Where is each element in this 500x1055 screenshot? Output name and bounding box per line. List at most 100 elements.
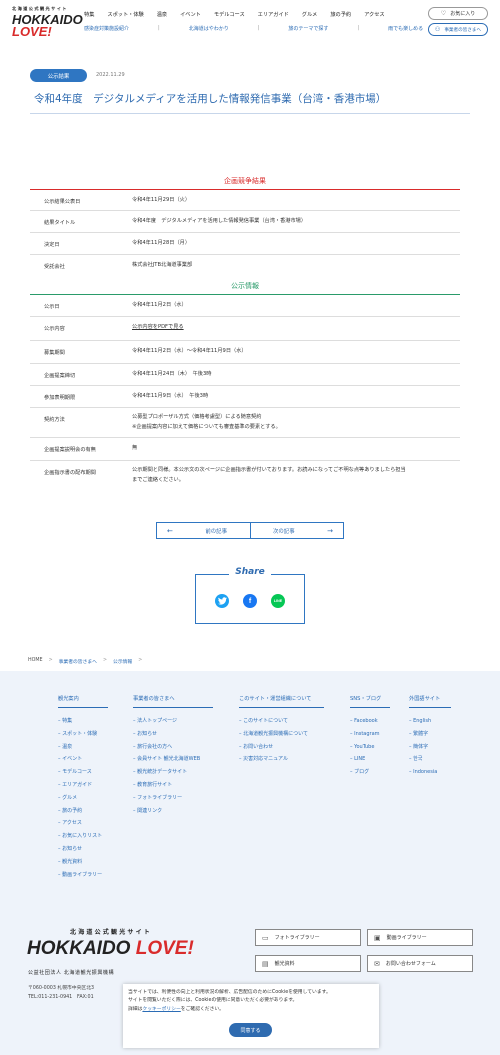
contact-form-label: お問い合わせフォーム <box>385 961 436 967</box>
subnav-item-theme[interactable]: 旅のテーマで探す <box>288 25 328 32</box>
table-row: 公示結果公表日 令和4年11月29日（火） <box>30 190 460 211</box>
sitemap-link[interactable]: フォトライブラリー <box>133 794 213 807</box>
favorites-button[interactable]: ♡ お気に入り <box>428 7 488 20</box>
nav-item-features[interactable]: 特集 <box>84 11 94 18</box>
business-label: 事業者の皆さまへ <box>444 27 482 33</box>
subnav-item-rainy-day[interactable]: 雨でも楽しめる <box>388 25 423 32</box>
subnav-divider: | <box>357 25 360 31</box>
sitemap-link[interactable]: 繁體字 <box>409 730 451 743</box>
cookie-text: 当サイトでは、利便性の向上と利用状況の解析、広告配信のためにCookieを使用し… <box>128 989 331 1014</box>
sitemap-link[interactable]: 旅行会社の方へ <box>133 743 213 756</box>
site-logo[interactable]: 北海道公式観光サイト HOKKAIDO LOVE! <box>12 6 83 38</box>
sitemap-link[interactable]: 関連リンク <box>133 807 213 820</box>
row-key: 公示内容 <box>44 326 65 332</box>
breadcrumb-home[interactable]: HOME <box>28 658 43 665</box>
photo-icon: ▭ <box>262 933 269 942</box>
prev-article-button[interactable]: ← 前の記事 <box>157 523 251 538</box>
sitemap-link[interactable]: LINE <box>350 755 390 768</box>
sitemap-link[interactable]: 教育旅行サイト <box>133 781 213 794</box>
subnav-item-infection[interactable]: 感染症対策施設紹介 <box>84 25 129 32</box>
subnav-divider: | <box>257 25 260 31</box>
sitemap-link[interactable]: 温泉 <box>58 743 108 756</box>
contact-form-button[interactable]: ✉ お問い合わせフォーム <box>367 955 473 972</box>
photo-library-button[interactable]: ▭ フォトライブラリー <box>255 929 361 946</box>
facebook-icon[interactable]: f <box>243 594 257 608</box>
video-library-button[interactable]: ▣ 動画ライブラリー <box>367 929 473 946</box>
footer-logo[interactable]: HOKKAIDO LOVE! <box>27 938 194 960</box>
row-value: 公示期間と同様。本公示文の次ページに企画指示書が付いております。お読みになってご… <box>132 465 452 485</box>
sitemap-link[interactable]: YouTube <box>350 743 390 756</box>
row-value: 株式会社JTB北海道事業部 <box>132 262 193 268</box>
sitemap-link[interactable]: 特集 <box>58 717 108 730</box>
mail-icon: ✉ <box>374 959 380 968</box>
row-key: 結果タイトル <box>44 220 76 226</box>
cookie-banner: 当サイトでは、利便性の向上と利用状況の解析、広告配信のためにCookieを使用し… <box>123 984 379 1048</box>
table-row: 結果タイトル 令和4年度 デジタルメディアを活用した情報発信事業（台湾・香港市場… <box>30 211 460 233</box>
row-key: 決定日 <box>44 242 60 248</box>
sitemap-link[interactable]: お知らせ <box>58 845 108 858</box>
subnav-item-quick-guide[interactable]: 北海道はやわかり <box>189 25 229 32</box>
materials-button[interactable]: ▤ 観光資料 <box>255 955 361 972</box>
sitemap-link[interactable]: Indonesia <box>409 768 451 781</box>
footer-tel-line: TEL:011-231-0941 FAX:01 <box>28 995 94 1000</box>
nav-item-spots[interactable]: スポット・体験 <box>107 11 143 18</box>
nav-item-access[interactable]: アクセス <box>364 11 385 18</box>
sitemap-link[interactable]: 災害対応マニュアル <box>239 755 324 768</box>
twitter-icon[interactable] <box>215 594 229 608</box>
site-header: 北海道公式観光サイト HOKKAIDO LOVE! 特集 スポット・体験 温泉 … <box>0 0 500 44</box>
nav-item-model-course[interactable]: モデルコース <box>214 11 245 18</box>
cookie-text-line: 当サイトでは、利便性の向上と利用状況の解析、広告配信のためにCookieを使用し… <box>128 990 331 995</box>
breadcrumb: HOME > 事業者の皆さまへ > 公示情報 > <box>28 658 148 665</box>
sitemap-link[interactable]: グルメ <box>58 794 108 807</box>
pdf-link[interactable]: 公示内容をPDFで見る <box>132 322 184 332</box>
cookie-text-line: 詳細はクッキーポリシーをご確認ください。 <box>128 1006 331 1014</box>
sitemap-link[interactable]: 観光統計データサイト <box>133 768 213 781</box>
nav-item-events[interactable]: イベント <box>180 11 201 18</box>
nav-item-area-guide[interactable]: エリアガイド <box>258 11 289 18</box>
row-value-line: までご連絡ください。 <box>132 477 184 483</box>
nav-item-gourmet[interactable]: グルメ <box>302 11 318 18</box>
sitemap-link[interactable]: Facebook <box>350 717 390 730</box>
next-article-button[interactable]: 次の記事 → <box>251 523 344 538</box>
cookie-text-pre: 詳細は <box>128 1006 143 1012</box>
business-button[interactable]: ⚇ 事業者の皆さまへ <box>428 23 488 36</box>
sitemap-link[interactable]: モデルコース <box>58 768 108 781</box>
sitemap-heading: 観光案内 <box>58 695 108 708</box>
sitemap-link[interactable]: Instagram <box>350 730 390 743</box>
sitemap-link[interactable]: 簡体字 <box>409 743 451 756</box>
sitemap-link[interactable]: スポット・体験 <box>58 730 108 743</box>
line-icon[interactable]: LINE <box>271 594 285 608</box>
chevron-right-icon: > <box>102 658 108 663</box>
nav-item-booking[interactable]: 旅の予約 <box>330 11 351 18</box>
sitemap-link[interactable]: お気に入りリスト <box>58 832 108 845</box>
row-key: 企画提案説明会の有無 <box>44 447 96 453</box>
sitemap-link[interactable]: イベント <box>58 755 108 768</box>
share-title: Share <box>229 567 271 577</box>
sitemap-link[interactable]: このサイトについて <box>239 717 324 730</box>
sitemap-link[interactable]: 北海道観光振興機構について <box>239 730 324 743</box>
table-row: 募集期間 令和4年11月2日（水）〜令和4年11月9日（水） <box>30 341 460 364</box>
sitemap-link[interactable]: English <box>409 717 451 730</box>
sitemap-link[interactable]: 法人トップページ <box>133 717 213 730</box>
row-value-line: ※企画提案内容に加えて価格についても審査基準の要素とする。 <box>132 424 281 430</box>
sitemap-link[interactable]: お問い合わせ <box>239 743 324 756</box>
sitemap-link[interactable]: 観光資料 <box>58 858 108 871</box>
breadcrumb-business[interactable]: 事業者の皆さまへ <box>59 658 97 665</box>
notice-table: 公示日 令和4年11月2日（水） 公示内容 公示内容をPDFで見る 募集期間 令… <box>30 295 460 491</box>
cookie-policy-link[interactable]: クッキーポリシー <box>142 1007 180 1012</box>
sitemap-link[interactable]: 旅の予約 <box>58 807 108 820</box>
sitemap-link[interactable]: 動画ライブラリー <box>58 871 108 884</box>
row-value: 令和4年11月28日（月） <box>132 240 191 246</box>
sitemap-link[interactable]: 会員サイト 観光北海道WEB <box>133 755 213 768</box>
nav-item-onsen[interactable]: 温泉 <box>157 11 167 18</box>
cookie-accept-button[interactable]: 同意する <box>229 1023 272 1037</box>
footer-address: 〒060-0003 札幌市中央区北3 TEL:011-231-0941 FAX:… <box>28 984 123 1002</box>
sitemap-link[interactable]: ブログ <box>350 768 390 781</box>
sitemap-link[interactable]: エリアガイド <box>58 781 108 794</box>
row-value: 令和4年11月29日（火） <box>132 197 191 203</box>
sitemap-link[interactable]: お知らせ <box>133 730 213 743</box>
sitemap-link[interactable]: アクセス <box>58 819 108 832</box>
sitemap-link[interactable]: 한국 <box>409 755 451 768</box>
row-key: 公示日 <box>44 304 60 310</box>
sitemap-heading: SNS・ブログ <box>350 695 390 708</box>
